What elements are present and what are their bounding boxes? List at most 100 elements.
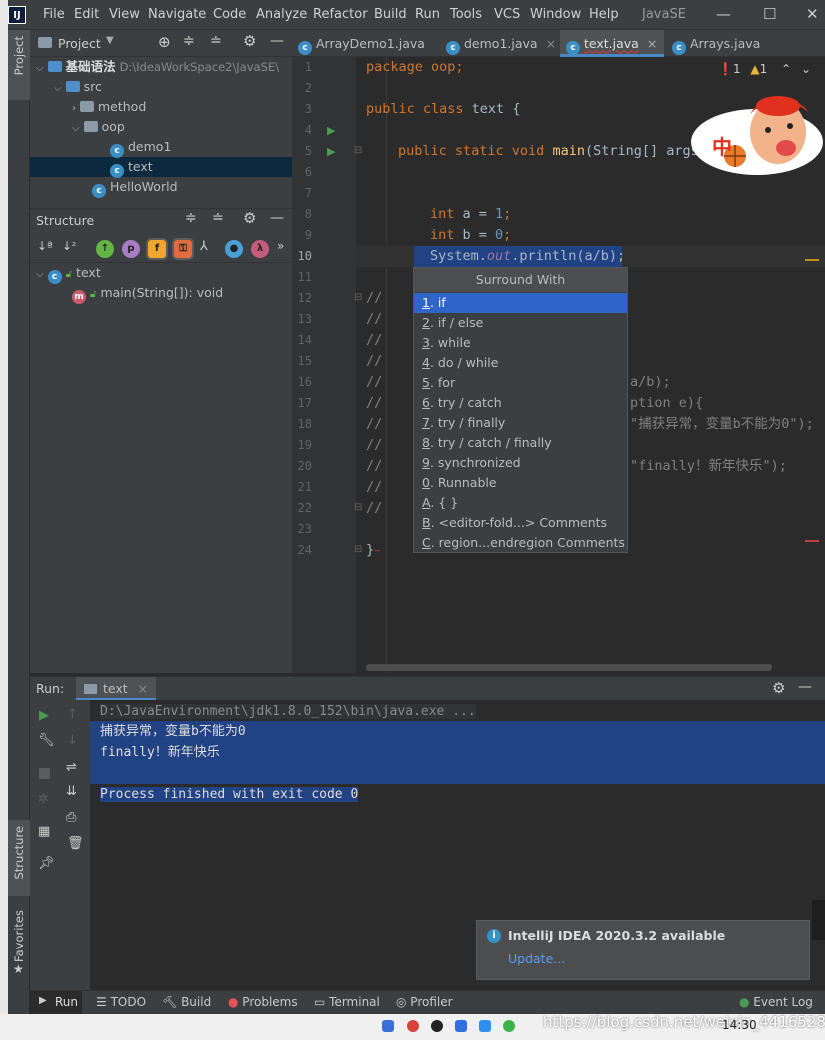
arrow-down-icon[interactable]: ↓	[67, 733, 78, 748]
hide-panel-icon[interactable]: —	[798, 679, 812, 695]
tray-icon[interactable]	[382, 1020, 394, 1032]
tree-item-oop[interactable]: ⌵ oop	[30, 117, 292, 137]
gear-icon[interactable]: ⚙	[243, 209, 256, 227]
inspection-widget[interactable]: ❗1 ▲1 ⌃ ⌄	[718, 62, 811, 76]
tab-arraydemo1[interactable]: cArrayDemo1.java ×	[292, 30, 438, 78]
sort-visibility-icon[interactable]: ↓ª	[37, 239, 53, 253]
menu-code[interactable]: Code	[213, 7, 246, 22]
menu-build[interactable]: Build	[374, 7, 407, 22]
tray-icon[interactable]	[431, 1020, 443, 1032]
build-tool-button[interactable]: 🔨︎ Build	[162, 995, 211, 1009]
wrench-icon[interactable]: 🔧︎	[38, 733, 55, 748]
menu-tools[interactable]: Tools	[450, 7, 482, 22]
tree-item-text[interactable]: c text	[30, 157, 292, 178]
chevron-down-icon[interactable]: ⌵	[36, 269, 44, 280]
rerun-icon[interactable]: ▶	[39, 708, 49, 723]
problems-tool-button[interactable]: ● Problems	[228, 995, 298, 1009]
close-icon[interactable]: ×	[546, 36, 556, 51]
lambda-icon[interactable]: λ	[251, 240, 269, 258]
hierarchy-icon[interactable]: ⅄	[200, 239, 208, 254]
run-tab-text[interactable]: text ×	[76, 677, 157, 700]
side-scroll-thumb[interactable]	[812, 900, 825, 940]
close-icon[interactable]: ×	[647, 36, 657, 51]
project-tool-button[interactable]: Project	[8, 30, 30, 100]
arrow-up-icon[interactable]: ↑	[67, 707, 78, 722]
surround-if-else[interactable]: 2. if / else	[414, 313, 627, 333]
chevron-right-icon[interactable]: ›	[72, 103, 76, 114]
tree-item-src[interactable]: ⌵ src	[30, 77, 292, 97]
chevron-down-icon[interactable]: ⌵	[72, 123, 80, 134]
tab-arrays[interactable]: cArrays.java ×	[666, 30, 770, 78]
surround-editor-fold[interactable]: B. <editor-fold...> Comments	[414, 513, 627, 533]
debug-icon[interactable]: ✲	[38, 792, 49, 807]
chevron-down-icon[interactable]: ⌵	[54, 83, 62, 94]
chevron-down-icon[interactable]: ▼	[106, 35, 114, 46]
menu-refactor[interactable]: Refactor	[313, 7, 368, 22]
surround-braces[interactable]: A. { }	[414, 493, 627, 513]
fold-icon[interactable]: ⊟	[354, 544, 362, 555]
fold-icon[interactable]: ⊟	[354, 145, 362, 156]
surround-region[interactable]: C. region...endregion Comments	[414, 533, 627, 553]
fields-icon[interactable]: f	[146, 238, 168, 260]
maximize-button[interactable]: ☐	[763, 5, 776, 23]
fold-icon[interactable]: ⊟	[354, 502, 362, 513]
tray-icon[interactable]	[479, 1020, 491, 1032]
anonymous-icon[interactable]: ●	[225, 240, 243, 258]
inherited-icon[interactable]: ↑	[96, 240, 114, 258]
expand-all-icon[interactable]: ≑	[185, 210, 197, 226]
hide-panel-icon[interactable]: —	[270, 33, 284, 49]
menu-navigate[interactable]: Navigate	[148, 7, 206, 22]
close-icon[interactable]: ×	[138, 681, 148, 696]
sort-alpha-icon[interactable]: ↓ᶻ	[62, 239, 76, 253]
hide-panel-icon[interactable]: —	[270, 210, 284, 226]
surround-synchronized[interactable]: 9. synchronized	[414, 453, 627, 473]
terminal-tool-button[interactable]: ▭ Terminal	[314, 995, 380, 1009]
gear-icon[interactable]: ⚙	[772, 679, 785, 697]
horizontal-scrollbar[interactable]	[366, 664, 772, 671]
surround-do-while[interactable]: 4. do / while	[414, 353, 627, 373]
menu-vcs[interactable]: VCS	[494, 7, 520, 22]
chevron-down-icon[interactable]: ⌄	[801, 62, 811, 76]
tree-item-method[interactable]: › method	[30, 97, 292, 117]
chevron-up-icon[interactable]: ⌃	[781, 62, 791, 76]
chevron-down-icon[interactable]: ⌵	[36, 63, 44, 74]
surround-try-catch[interactable]: 6. try / catch	[414, 393, 627, 413]
menu-help[interactable]: Help	[589, 7, 619, 22]
tray-icon[interactable]	[455, 1020, 467, 1032]
surround-if[interactable]: 1. if	[414, 293, 627, 313]
surround-runnable[interactable]: 0. Runnable	[414, 473, 627, 493]
structure-class-row[interactable]: ⌵ c 🔓︎ text	[36, 263, 101, 284]
run-tool-button[interactable]: ▶ Run	[30, 991, 82, 1014]
minimize-button[interactable]: —	[716, 5, 731, 23]
stop-icon[interactable]	[39, 768, 50, 779]
non-public-icon[interactable]: ⚿	[172, 238, 194, 260]
tab-demo1[interactable]: c demo1.java ×	[440, 30, 558, 57]
tab-text[interactable]: c text.java ×	[560, 30, 664, 57]
tree-item-demo1[interactable]: c demo1	[30, 137, 292, 158]
collapse-all-icon[interactable]: ≐	[212, 210, 224, 226]
menu-window[interactable]: Window	[530, 7, 581, 22]
profiler-tool-button[interactable]: ◎ Profiler	[396, 995, 453, 1009]
run-gutter-icon[interactable]: ▶	[327, 124, 335, 137]
surround-for[interactable]: 5. for	[414, 373, 627, 393]
tree-item-helloworld[interactable]: c HelloWorld	[30, 177, 292, 198]
menu-file[interactable]: File	[43, 7, 65, 22]
gear-icon[interactable]: ⚙	[243, 32, 256, 50]
tray-icon[interactable]	[503, 1020, 515, 1032]
locate-icon[interactable]: ⊕	[158, 33, 171, 51]
menu-run[interactable]: Run	[415, 7, 440, 22]
clock[interactable]: 14:30	[722, 1018, 757, 1032]
layout-icon[interactable]: ▦	[38, 824, 50, 839]
pin-icon[interactable]: 📌︎	[38, 856, 55, 871]
soft-wrap-icon[interactable]: ⇌	[66, 760, 77, 775]
expand-all-icon[interactable]: ≑	[183, 33, 195, 49]
scroll-to-end-icon[interactable]: ⇊	[66, 784, 77, 799]
todo-tool-button[interactable]: ☰ TODO	[96, 995, 146, 1009]
print-icon[interactable]: ⎙	[66, 810, 76, 825]
update-link[interactable]: Update...	[508, 951, 565, 966]
menu-analyze[interactable]: Analyze	[256, 7, 307, 22]
menu-edit[interactable]: Edit	[74, 7, 99, 22]
tree-item-module[interactable]: ⌵ 基础语法 D:\IdeaWorkSpace2\JavaSE\	[30, 57, 292, 77]
trash-icon[interactable]: 🗑︎	[67, 836, 84, 851]
structure-method-row[interactable]: m 🔓︎ main(String[]): void	[72, 283, 223, 304]
